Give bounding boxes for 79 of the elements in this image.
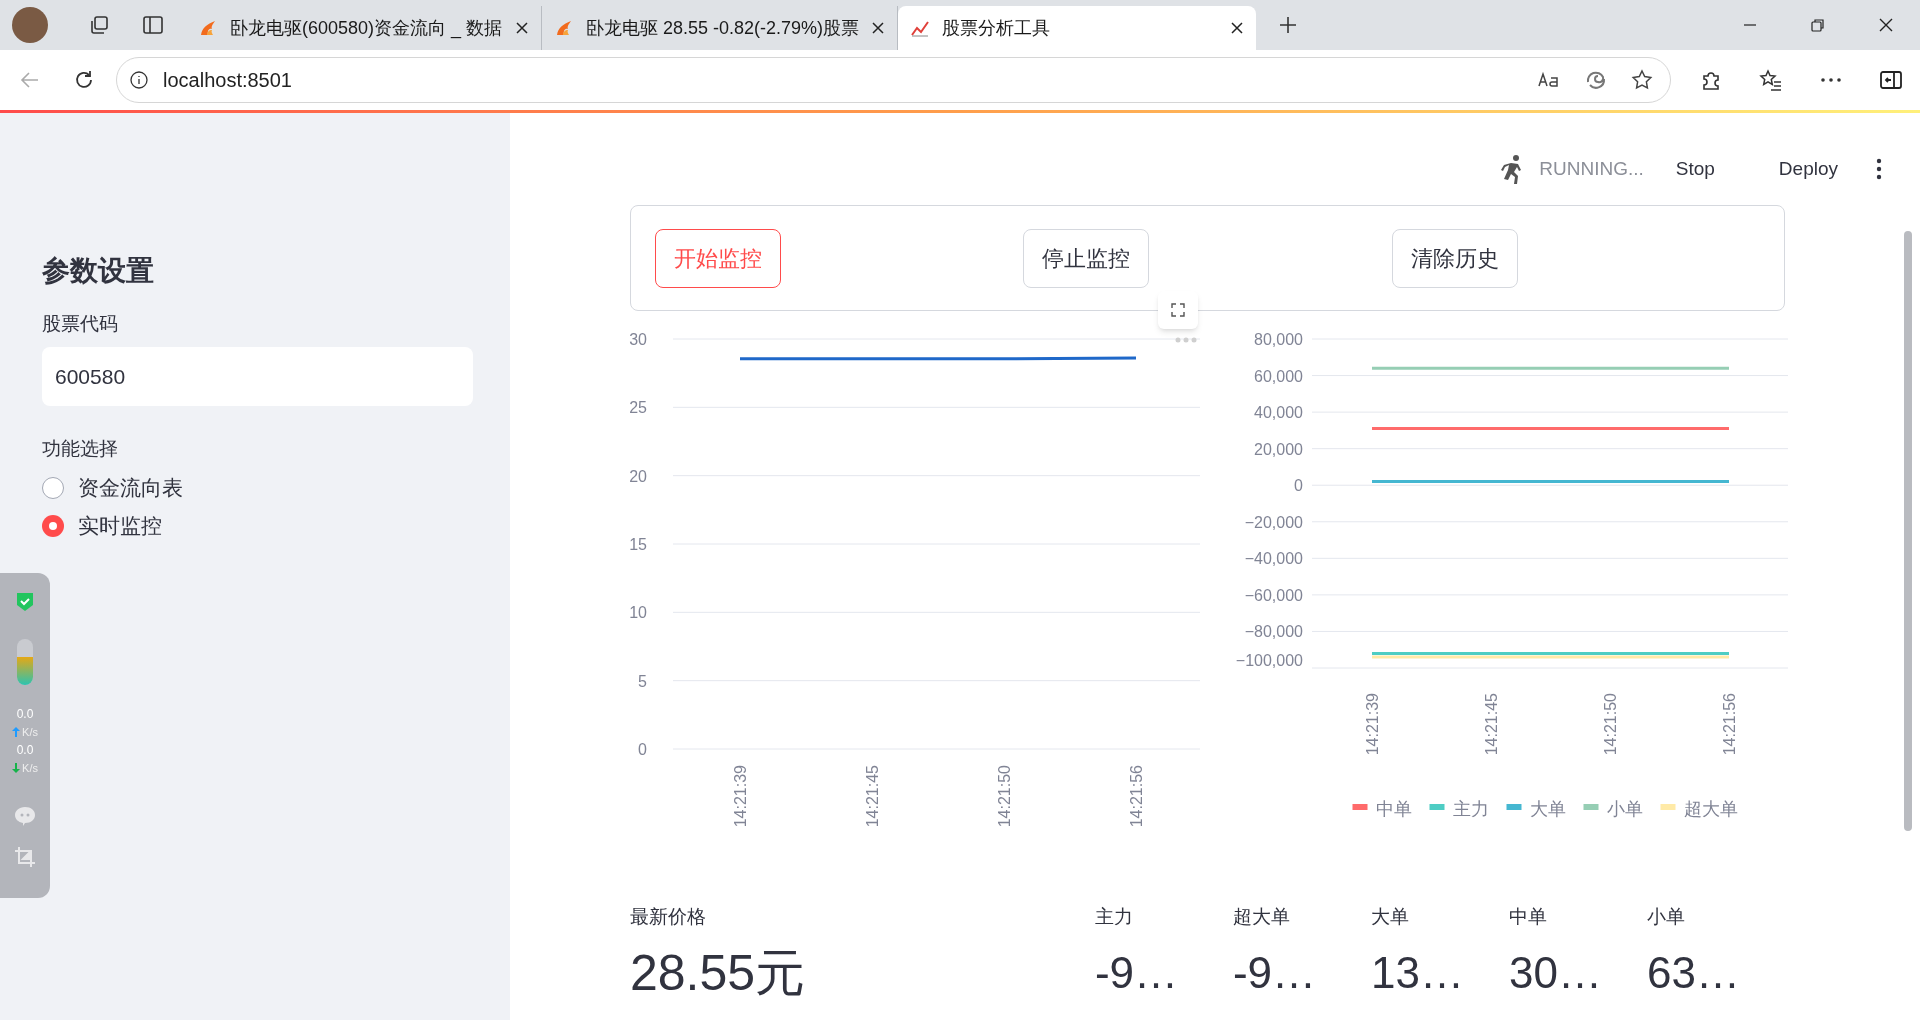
scrollbar[interactable]: [1904, 231, 1912, 831]
tick-label: 10: [629, 604, 647, 622]
action-button[interactable]: 清除历史: [1391, 228, 1518, 288]
field-label: 股票代码: [42, 312, 119, 336]
field-label: 功能选择: [42, 437, 119, 461]
tick-label: 14:21:45: [864, 765, 881, 828]
metric-label: 小单: [1647, 905, 1686, 929]
down-arrow-icon: [12, 763, 21, 773]
sidebar-icon[interactable]: [1879, 68, 1903, 92]
metric-label: 中单: [1509, 905, 1548, 929]
rate-value: 0.0: [16, 707, 34, 721]
tick-label: 5: [638, 672, 647, 690]
plus-icon: [1278, 15, 1298, 35]
info-icon[interactable]: [129, 70, 149, 90]
tick-label: 20: [629, 467, 647, 485]
flame-icon: [198, 18, 218, 38]
close-icon[interactable]: [871, 21, 885, 35]
tick-label: −100,000: [1235, 652, 1303, 669]
tick-label: −60,000: [1244, 586, 1303, 604]
metric-value: 28.55元: [630, 944, 807, 1003]
metric-value: -9…: [1232, 947, 1318, 999]
up-arrow-icon: [12, 727, 21, 737]
stop-button[interactable]: Stop: [1673, 154, 1717, 184]
tick-label: 0: [1294, 477, 1303, 495]
tick-label: 25: [629, 399, 647, 417]
tick-label: 14:21:39: [1364, 693, 1381, 756]
tick-label: 40,000: [1254, 404, 1303, 422]
fullscreen-icon: [1171, 303, 1185, 317]
stock-code-field[interactable]: 600580: [42, 347, 473, 406]
favorites-icon[interactable]: [1759, 68, 1783, 92]
deploy-button[interactable]: Deploy: [1776, 154, 1840, 184]
legend-label[interactable]: 主力: [1452, 799, 1489, 819]
browser-tab[interactable]: 股票分析工具: [898, 6, 1256, 50]
gauge-icon: [17, 639, 33, 685]
tick-label: 15: [629, 536, 647, 553]
close-icon[interactable]: [1230, 21, 1244, 35]
radio-option[interactable]: 资金流向表: [42, 474, 468, 502]
legend-label[interactable]: 大单: [1529, 799, 1566, 819]
legend-label[interactable]: 超大单: [1683, 799, 1738, 819]
action-button[interactable]: 停止监控: [1023, 228, 1150, 288]
metric-label: 大单: [1370, 905, 1410, 929]
tick-label: −20,000: [1244, 513, 1303, 531]
tick-label: 80,000: [1254, 331, 1303, 348]
tab-actions-icon[interactable]: [142, 14, 164, 36]
tick-label: 14:21:56: [1721, 693, 1738, 756]
tick-label: 60,000: [1254, 367, 1303, 385]
tick-label: 0: [638, 741, 647, 758]
radio-option[interactable]: 实时监控: [42, 512, 468, 540]
metric-value: -9…: [1094, 947, 1180, 999]
tick-label: 20,000: [1254, 440, 1303, 458]
metric-label: 最新价格: [630, 905, 707, 929]
tick-label: −80,000: [1244, 623, 1303, 641]
legend-label[interactable]: 小单: [1606, 799, 1643, 819]
tick-label: 14:21:50: [996, 765, 1013, 828]
rate-value: 0.0: [16, 743, 34, 757]
metric-value: 13…: [1370, 947, 1465, 999]
rate-unit: K/s: [22, 761, 38, 775]
tick-label: −40,000: [1244, 550, 1303, 568]
profile-avatar[interactable]: [12, 7, 48, 43]
status-text: RUNNING...: [1539, 156, 1644, 181]
fullscreen-button[interactable]: [1158, 291, 1198, 329]
workspaces-icon[interactable]: [88, 14, 110, 36]
close-icon[interactable]: [515, 21, 529, 35]
flame-icon: [554, 18, 574, 38]
legend-label[interactable]: 中单: [1375, 799, 1412, 819]
metric-label: 主力: [1094, 905, 1134, 929]
metric-value: 30…: [1509, 947, 1603, 999]
rate-unit: K/s: [22, 725, 38, 739]
metric-value: 63…: [1647, 947, 1741, 999]
sidebar-title: 参数设置: [42, 254, 155, 288]
tick-label: 14:21:50: [1602, 693, 1619, 756]
metric-label: 超大单: [1232, 905, 1291, 929]
url-text: localhost:8501: [163, 68, 292, 93]
tick-label: 14:21:39: [732, 765, 749, 828]
star-icon[interactable]: [1630, 68, 1654, 92]
tick-label: 14:21:45: [1483, 693, 1500, 756]
tick-label: 30: [629, 331, 647, 348]
more-icon[interactable]: [1876, 158, 1882, 180]
tick-label: 14:21:56: [1128, 765, 1145, 828]
